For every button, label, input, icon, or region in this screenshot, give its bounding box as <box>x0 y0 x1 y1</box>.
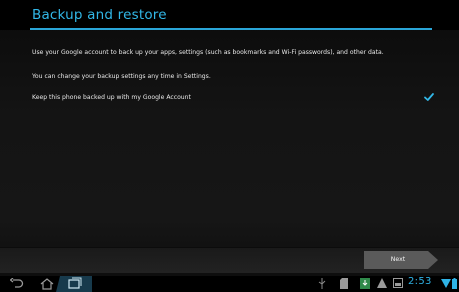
home-icon[interactable] <box>40 278 54 290</box>
next-button-label: Next <box>390 256 406 263</box>
warning-icon <box>377 278 387 288</box>
wifi-icon <box>441 279 451 288</box>
battery-icon <box>452 278 457 289</box>
recent-apps-icon[interactable] <box>56 276 92 292</box>
usb-icon <box>318 278 326 289</box>
title-divider <box>30 28 432 30</box>
download-icon <box>360 278 370 289</box>
next-button[interactable]: Next <box>364 251 438 269</box>
sd-card-icon <box>340 278 348 289</box>
screenshot-icon <box>393 278 403 288</box>
setup-screen: Backup and restore Use your Google accou… <box>0 0 459 292</box>
back-arrow-icon[interactable] <box>10 278 24 289</box>
backup-checkbox-check-icon[interactable] <box>423 91 435 103</box>
backup-description: Use your Google account to back up your … <box>32 49 384 56</box>
title-bar: Backup and restore <box>0 0 459 30</box>
backup-option-label[interactable]: Keep this phone backed up with my Google… <box>32 94 191 101</box>
status-time: 2:53 <box>408 276 432 287</box>
settings-note: You can change your backup settings any … <box>32 73 211 80</box>
page-title: Backup and restore <box>32 7 167 23</box>
